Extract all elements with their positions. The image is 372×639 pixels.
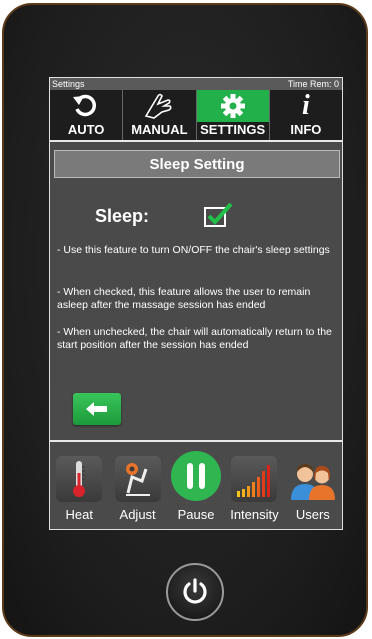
users-button[interactable]: Users (284, 444, 342, 530)
description-2: - When checked, this feature allows the … (57, 286, 311, 311)
tab-settings-label: SETTINGS (200, 122, 266, 137)
bottom-toolbar: Heat Adjust Pause Intensity Users (50, 444, 342, 530)
screen-name: Settings (52, 79, 85, 89)
main-tabs: AUTO MANUAL SETTINGS i INFO (50, 90, 342, 142)
intensity-label: Intensity (230, 507, 279, 522)
sleep-label: Sleep: (95, 206, 150, 226)
power-icon (183, 578, 207, 604)
checkmark-icon (207, 202, 233, 225)
device-frame: Settings Time Rem: 0 AUTO MANUAL SETTING… (2, 3, 368, 637)
thermometer-icon (56, 456, 103, 502)
chair-adjust-icon (114, 456, 161, 502)
pause-button[interactable]: Pause (167, 444, 225, 530)
description-1: - Use this feature to turn ON/OFF the ch… (57, 244, 330, 256)
intensity-bars-icon (231, 456, 278, 502)
tab-auto[interactable]: AUTO (50, 90, 124, 140)
back-button[interactable] (73, 393, 121, 425)
info-icon: i (301, 90, 310, 121)
section-title: Sleep Setting (54, 150, 340, 178)
refresh-icon (73, 94, 97, 117)
pause-icon (171, 451, 222, 501)
pause-label: Pause (177, 507, 215, 522)
users-icon (290, 464, 335, 500)
description-3: - When unchecked, the chair will automat… (57, 326, 332, 351)
heat-button[interactable]: Heat (50, 444, 108, 530)
time-remaining: Time Rem: 0 (287, 79, 339, 89)
tab-info-label: INFO (290, 122, 322, 137)
hand-icon (145, 93, 172, 119)
touch-screen: Settings Time Rem: 0 AUTO MANUAL SETTING… (49, 77, 343, 530)
arrow-left-icon (86, 402, 107, 416)
intensity-button[interactable]: Intensity (225, 444, 283, 530)
gear-icon (220, 94, 245, 118)
sleep-checkbox[interactable] (204, 202, 233, 227)
status-bar: Settings Time Rem: 0 (50, 78, 342, 90)
heat-label: Heat (65, 507, 93, 522)
adjust-button[interactable]: Adjust (108, 444, 166, 530)
tab-settings[interactable]: SETTINGS (196, 90, 270, 140)
adjust-label: Adjust (119, 507, 156, 522)
power-button[interactable] (166, 563, 224, 621)
tab-info[interactable]: i INFO (270, 90, 342, 140)
divider (50, 440, 342, 442)
users-label: Users (295, 507, 330, 522)
tab-manual-label: MANUAL (131, 122, 188, 137)
tab-manual[interactable]: MANUAL (123, 90, 197, 140)
tab-auto-label: AUTO (67, 122, 105, 137)
